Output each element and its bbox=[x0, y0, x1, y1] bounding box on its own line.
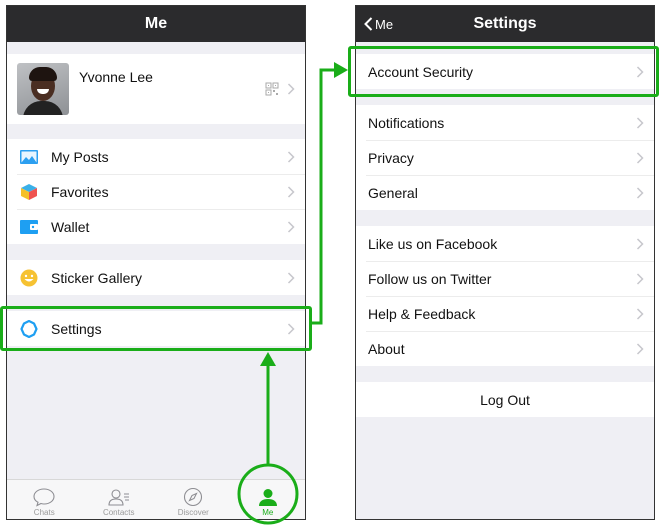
chevron-left-icon bbox=[364, 17, 373, 31]
settings-item-help-feedback[interactable]: Help & Feedback bbox=[356, 296, 654, 331]
settings-item-facebook[interactable]: Like us on Facebook bbox=[356, 226, 654, 261]
chevron-right-icon bbox=[636, 186, 644, 199]
chevron-right-icon bbox=[636, 65, 644, 78]
tab-label: Chats bbox=[33, 508, 55, 517]
menu-group-3: Settings bbox=[7, 311, 305, 346]
tab-discover[interactable]: Discover bbox=[156, 480, 231, 519]
settings-group-2: Notifications Privacy General bbox=[356, 105, 654, 210]
page-title: Settings bbox=[473, 15, 537, 32]
settings-item-label: Privacy bbox=[368, 149, 414, 166]
menu-item-wallet[interactable]: Wallet bbox=[7, 209, 305, 244]
gear-icon bbox=[19, 319, 39, 339]
tab-chats[interactable]: Chats bbox=[7, 480, 82, 519]
qr-code-icon[interactable] bbox=[265, 82, 279, 96]
chevron-right-icon bbox=[287, 185, 295, 198]
chevron-right-icon bbox=[287, 322, 295, 335]
settings-item-label: Like us on Facebook bbox=[368, 235, 498, 252]
settings-item-general[interactable]: General bbox=[356, 175, 654, 210]
avatar bbox=[17, 63, 69, 115]
settings-item-twitter[interactable]: Follow us on Twitter bbox=[356, 261, 654, 296]
back-button[interactable]: Me bbox=[364, 6, 393, 42]
tab-label: Discover bbox=[177, 508, 209, 517]
logout-button[interactable]: Log Out bbox=[356, 382, 654, 417]
wallet-icon bbox=[19, 217, 39, 237]
chevron-right-icon bbox=[636, 307, 644, 320]
settings-navbar: Me Settings bbox=[356, 6, 654, 42]
menu-item-settings[interactable]: Settings bbox=[7, 311, 305, 346]
menu-item-favorites[interactable]: Favorites bbox=[7, 174, 305, 209]
tab-label: Contacts bbox=[102, 508, 135, 517]
contacts-icon bbox=[108, 489, 129, 506]
settings-group-1: Account Security bbox=[356, 54, 654, 89]
menu-group-2: Sticker Gallery bbox=[7, 260, 305, 295]
chevron-right-icon bbox=[636, 237, 644, 250]
settings-item-label: Account Security bbox=[368, 63, 474, 80]
chat-bubble-icon bbox=[33, 488, 55, 507]
chevron-right-icon bbox=[636, 342, 644, 355]
photo-album-icon bbox=[19, 147, 39, 167]
tab-bar: Chats Contacts Discover Me bbox=[7, 479, 305, 519]
chevron-right-icon bbox=[636, 116, 644, 129]
page-title: Me bbox=[144, 15, 168, 32]
settings-screen: Me Settings Account Security Notificatio… bbox=[355, 5, 655, 520]
arrow-head-right bbox=[334, 62, 348, 78]
settings-item-privacy[interactable]: Privacy bbox=[356, 140, 654, 175]
menu-item-label: Wallet bbox=[51, 218, 90, 235]
chevron-right-icon bbox=[287, 220, 295, 233]
menu-item-label: Favorites bbox=[51, 183, 109, 200]
chevron-right-icon bbox=[636, 272, 644, 285]
compass-icon bbox=[184, 487, 203, 507]
logout-label: Log Out bbox=[480, 391, 530, 408]
menu-group-1: My Posts Favorites Wallet bbox=[7, 139, 305, 244]
me-screen: Me Yvonne Lee My Posts Favorites Wallet … bbox=[6, 5, 306, 520]
profile-name: Yvonne Lee bbox=[79, 69, 153, 85]
arrow-settings-to-account-security bbox=[312, 68, 337, 325]
menu-item-label: My Posts bbox=[51, 148, 109, 165]
menu-item-label: Sticker Gallery bbox=[51, 269, 143, 286]
chevron-right-icon bbox=[287, 150, 295, 163]
menu-item-sticker-gallery[interactable]: Sticker Gallery bbox=[7, 260, 305, 295]
tab-me[interactable]: Me bbox=[231, 480, 306, 519]
me-navbar: Me bbox=[7, 6, 305, 42]
settings-item-about[interactable]: About bbox=[356, 331, 654, 366]
settings-item-label: Follow us on Twitter bbox=[368, 270, 492, 287]
profile-row[interactable]: Yvonne Lee bbox=[7, 54, 305, 124]
settings-item-label: General bbox=[368, 184, 418, 201]
chevron-right-icon bbox=[636, 151, 644, 164]
chevron-right-icon bbox=[287, 83, 295, 95]
settings-item-label: Help & Feedback bbox=[368, 305, 476, 322]
settings-item-label: Notifications bbox=[368, 114, 445, 131]
settings-item-label: About bbox=[368, 340, 405, 357]
smiley-icon bbox=[19, 268, 39, 288]
menu-item-label: Settings bbox=[51, 320, 102, 337]
back-label: Me bbox=[375, 16, 394, 32]
tab-contacts[interactable]: Contacts bbox=[82, 480, 157, 519]
tab-label: Me bbox=[262, 508, 274, 517]
settings-item-account-security[interactable]: Account Security bbox=[356, 54, 654, 89]
cube-icon bbox=[19, 182, 39, 202]
person-icon bbox=[258, 489, 277, 506]
settings-item-notifications[interactable]: Notifications bbox=[356, 105, 654, 140]
menu-item-my-posts[interactable]: My Posts bbox=[7, 139, 305, 174]
settings-group-3: Like us on Facebook Follow us on Twitter… bbox=[356, 226, 654, 366]
chevron-right-icon bbox=[287, 271, 295, 284]
